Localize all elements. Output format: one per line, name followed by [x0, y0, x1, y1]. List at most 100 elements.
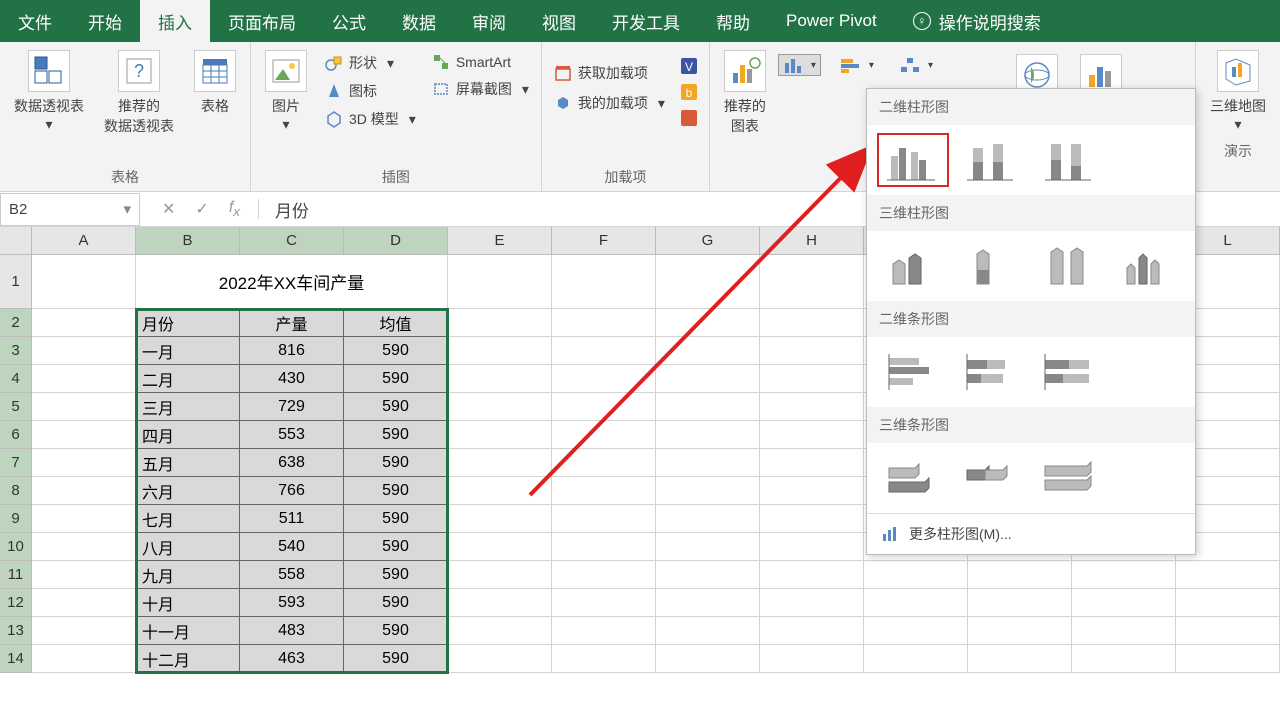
cell[interactable] — [448, 365, 552, 393]
cell[interactable]: 590 — [344, 393, 448, 421]
col-header[interactable]: G — [656, 227, 760, 255]
tab-insert[interactable]: 插入 — [140, 0, 210, 42]
cell[interactable] — [1072, 561, 1176, 589]
cell[interactable] — [656, 255, 760, 309]
my-addins-button[interactable]: 我的加载项▾ — [548, 90, 671, 116]
cell[interactable] — [656, 421, 760, 449]
cell[interactable]: 七月 — [136, 505, 240, 533]
cell[interactable] — [1072, 617, 1176, 645]
cell[interactable] — [552, 365, 656, 393]
cell[interactable] — [552, 645, 656, 673]
cell[interactable]: 590 — [344, 617, 448, 645]
cell[interactable]: 590 — [344, 561, 448, 589]
3dmap-button[interactable]: 三维地图 ▾ — [1202, 46, 1274, 137]
row-header[interactable]: 13 — [0, 617, 32, 645]
rec-pivot-button[interactable]: ? 推荐的 数据透视表 — [96, 46, 182, 140]
cell[interactable] — [864, 645, 968, 673]
col-header[interactable]: B — [136, 227, 240, 255]
row-header[interactable]: 14 — [0, 645, 32, 673]
cell[interactable] — [552, 255, 656, 309]
cell[interactable] — [1176, 561, 1280, 589]
tab-view[interactable]: 视图 — [524, 0, 594, 42]
cell[interactable]: 590 — [344, 589, 448, 617]
tab-review[interactable]: 审阅 — [454, 0, 524, 42]
cell[interactable]: 十二月 — [136, 645, 240, 673]
cell[interactable] — [760, 561, 864, 589]
3dmodel-button[interactable]: 3D 模型▾ — [319, 106, 422, 132]
stacked-bar-chart[interactable] — [955, 345, 1027, 399]
cell[interactable]: 三月 — [136, 393, 240, 421]
cell[interactable]: 590 — [344, 337, 448, 365]
cell[interactable]: 638 — [240, 449, 344, 477]
cell[interactable] — [760, 589, 864, 617]
fx-icon[interactable]: fx — [229, 199, 240, 219]
name-box[interactable]: B2▾ — [0, 193, 140, 226]
cell[interactable] — [32, 477, 136, 505]
row-header[interactable]: 5 — [0, 393, 32, 421]
tab-home[interactable]: 开始 — [70, 0, 140, 42]
cell[interactable]: 766 — [240, 477, 344, 505]
table-button[interactable]: 表格 — [186, 46, 244, 120]
cell[interactable] — [448, 645, 552, 673]
picture-button[interactable]: 图片 ▾ — [257, 46, 315, 137]
cell[interactable] — [32, 393, 136, 421]
cell[interactable] — [760, 477, 864, 505]
row-header[interactable]: 7 — [0, 449, 32, 477]
cell[interactable] — [448, 255, 552, 309]
visio-icon[interactable]: V — [679, 56, 699, 76]
col-header[interactable]: A — [32, 227, 136, 255]
cell[interactable] — [448, 393, 552, 421]
cell[interactable] — [32, 561, 136, 589]
cell[interactable] — [552, 589, 656, 617]
3d-stacked-column[interactable] — [955, 239, 1027, 293]
cell[interactable]: 553 — [240, 421, 344, 449]
cell[interactable] — [656, 309, 760, 337]
cell[interactable] — [760, 255, 864, 309]
cell[interactable] — [32, 421, 136, 449]
cell[interactable]: 六月 — [136, 477, 240, 505]
tab-data[interactable]: 数据 — [384, 0, 454, 42]
tab-powerpivot[interactable]: Power Pivot — [768, 0, 895, 42]
cell[interactable]: 产量 — [240, 309, 344, 337]
cell[interactable]: 590 — [344, 477, 448, 505]
cell[interactable] — [552, 561, 656, 589]
cell[interactable]: 十月 — [136, 589, 240, 617]
100-stacked-bar-chart[interactable] — [1033, 345, 1105, 399]
tab-formula[interactable]: 公式 — [314, 0, 384, 42]
cell[interactable]: 均值 — [344, 309, 448, 337]
cell[interactable] — [552, 337, 656, 365]
cell[interactable]: 一月 — [136, 337, 240, 365]
shapes-button[interactable]: 形状▾ — [319, 50, 422, 76]
cell[interactable] — [760, 645, 864, 673]
cell[interactable] — [448, 533, 552, 561]
cell[interactable] — [448, 617, 552, 645]
cell[interactable]: 590 — [344, 505, 448, 533]
row-header[interactable]: 6 — [0, 421, 32, 449]
cell[interactable] — [656, 337, 760, 365]
row-header[interactable]: 1 — [0, 255, 32, 309]
more-column-charts[interactable]: 更多柱形图(M)... — [867, 513, 1195, 554]
cell[interactable] — [552, 477, 656, 505]
cell[interactable] — [656, 393, 760, 421]
cell[interactable] — [656, 449, 760, 477]
screenshot-button[interactable]: 屏幕截图▾ — [426, 76, 535, 102]
cell[interactable] — [32, 505, 136, 533]
row-header[interactable]: 9 — [0, 505, 32, 533]
100-stacked-column-chart[interactable] — [1033, 133, 1105, 187]
col-header[interactable]: H — [760, 227, 864, 255]
cell[interactable] — [656, 589, 760, 617]
row-header[interactable]: 11 — [0, 561, 32, 589]
row-header[interactable]: 2 — [0, 309, 32, 337]
cell[interactable] — [760, 421, 864, 449]
col-header[interactable]: C — [240, 227, 344, 255]
cell[interactable] — [32, 365, 136, 393]
people-icon[interactable] — [679, 108, 699, 128]
get-addins-button[interactable]: 获取加载项 — [548, 60, 671, 86]
cell[interactable]: 511 — [240, 505, 344, 533]
cell[interactable] — [448, 421, 552, 449]
title-cell[interactable]: 2022年XX车间产量 — [136, 255, 448, 309]
cell[interactable] — [1072, 589, 1176, 617]
cell[interactable]: 二月 — [136, 365, 240, 393]
cell[interactable] — [656, 505, 760, 533]
3d-clustered-column[interactable] — [877, 239, 949, 293]
